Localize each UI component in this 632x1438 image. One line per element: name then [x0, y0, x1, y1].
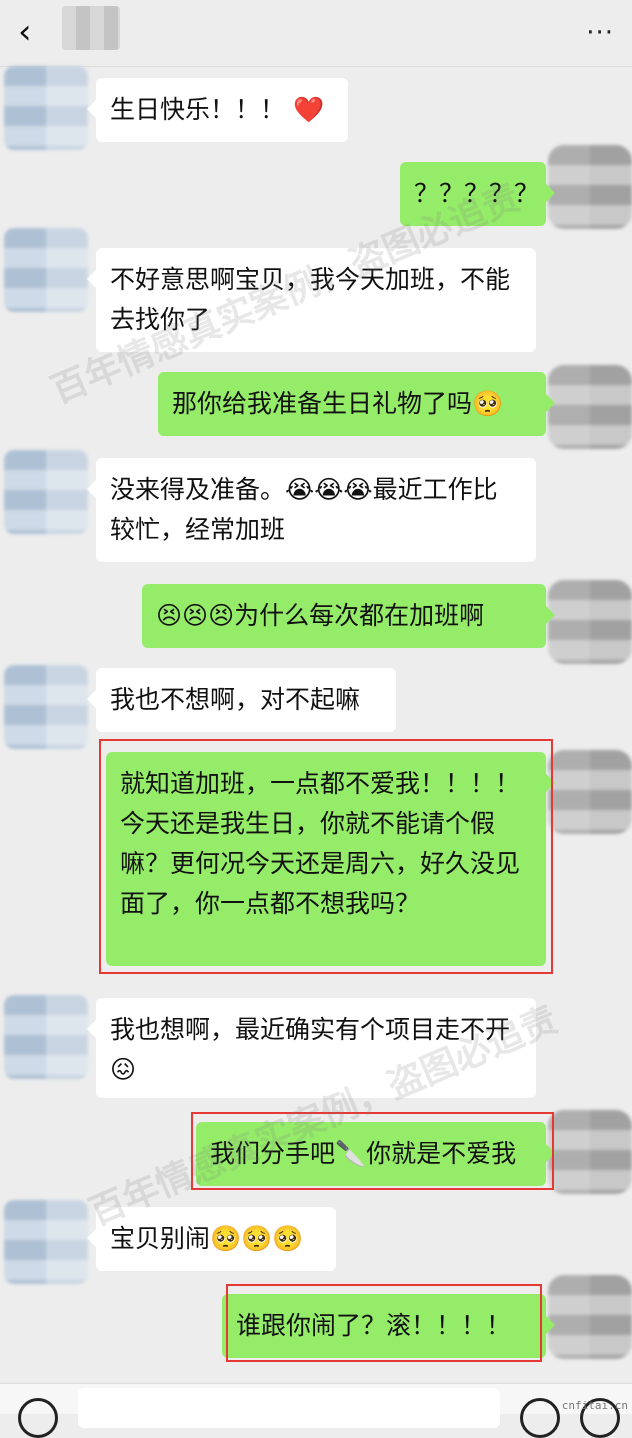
message-bubble-received[interactable]: 我也不想啊，对不起嘛	[87, 668, 396, 732]
my-avatar[interactable]	[548, 365, 632, 449]
message-bubble-received[interactable]: 生日快乐！！！ ❤️	[87, 78, 348, 142]
message-bubble-sent[interactable]: 😣😣😣为什么每次都在加班啊	[142, 584, 555, 648]
voice-icon[interactable]	[18, 1398, 58, 1438]
contact-avatar[interactable]	[4, 1200, 88, 1284]
contact-avatar[interactable]	[4, 66, 88, 150]
my-avatar[interactable]	[548, 1275, 632, 1359]
contact-avatar[interactable]	[4, 228, 88, 312]
site-watermark: cnfitai.cn	[561, 1399, 628, 1412]
contact-avatar[interactable]	[4, 665, 88, 749]
my-avatar[interactable]	[548, 1110, 632, 1194]
contact-avatar[interactable]	[4, 450, 88, 534]
message-bubble-received[interactable]: 没来得及准备。😭😭😭最近工作比较忙，经常加班	[87, 458, 536, 562]
chat-header: ‹ ···	[0, 0, 632, 67]
my-avatar[interactable]	[548, 580, 632, 664]
my-avatar[interactable]	[548, 750, 632, 834]
contact-name-blurred[interactable]	[62, 6, 120, 50]
message-input[interactable]	[78, 1388, 500, 1428]
highlight-box	[226, 1284, 542, 1362]
my-avatar[interactable]	[548, 145, 632, 229]
contact-avatar[interactable]	[4, 995, 88, 1079]
more-icon[interactable]: ···	[586, 18, 614, 48]
input-bar: cnfitai.cn	[0, 1383, 632, 1438]
back-icon[interactable]: ‹	[18, 14, 48, 50]
message-bubble-sent[interactable]: 那你给我准备生日礼物了吗🥺	[158, 372, 555, 436]
emoji-icon[interactable]	[520, 1398, 560, 1438]
highlight-box	[99, 739, 553, 974]
